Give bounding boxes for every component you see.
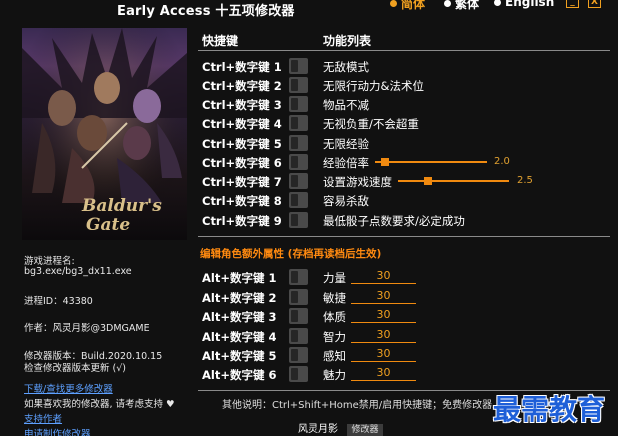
attribute-value-input[interactable]: 30 <box>351 269 416 284</box>
app-title: Early Access 十五项修改器 <box>117 4 295 19</box>
attribute-value-input[interactable]: 30 <box>351 308 416 323</box>
attribute-toggle-button[interactable] <box>289 328 308 344</box>
cheat-label: 无限经验 <box>323 137 369 151</box>
game-speed-slider[interactable] <box>398 180 509 182</box>
radio-dot-icon <box>494 0 501 6</box>
cheat-toggle-button[interactable] <box>289 212 308 228</box>
cheat-toggle-button[interactable] <box>289 115 308 131</box>
attribute-label: 魅力 <box>323 368 346 382</box>
cheat-label: 容易杀敌 <box>323 194 369 208</box>
attribute-label: 敏捷 <box>323 291 346 305</box>
cheat-row: Ctrl+数字键 3 物品不减 <box>0 95 618 114</box>
process-name-label: 游戏进程名: <box>24 256 75 267</box>
watermark: 最需教育 <box>493 393 606 426</box>
attribute-row: Alt+数字键 3 体质 30 <box>0 307 618 326</box>
cheat-row: Ctrl+数字键 9 最低骰子点数要求/必定成功 <box>0 211 618 230</box>
attribute-label: 感知 <box>323 349 346 363</box>
attribute-value-input[interactable]: 30 <box>351 289 416 304</box>
cheat-row: Ctrl+数字键 8 容易杀敌 <box>0 191 618 210</box>
cheat-row: Ctrl+数字键 5 无限经验 <box>0 134 618 153</box>
hotkey-label: Ctrl+数字键 4 <box>202 117 282 131</box>
cheat-label: 无敌模式 <box>323 60 369 74</box>
attribute-label: 力量 <box>323 271 346 285</box>
hotkey-label: Alt+数字键 2 <box>202 291 277 305</box>
cheat-label: 无限行动力&法术位 <box>323 79 424 93</box>
cheat-toggle-button[interactable] <box>289 135 308 151</box>
attribute-toggle-button[interactable] <box>289 347 308 363</box>
support-author-link[interactable]: 支持作者 <box>24 411 62 425</box>
cheat-toggle-button[interactable] <box>289 77 308 93</box>
hotkey-label: Ctrl+数字键 9 <box>202 214 282 228</box>
hotkey-label: Ctrl+数字键 2 <box>202 79 282 93</box>
cheat-label: 经验倍率 <box>323 156 369 170</box>
attribute-row: Alt+数字键 6 魅力 30 <box>0 365 618 384</box>
attribute-label: 体质 <box>323 310 346 324</box>
footer-note: 其他说明：Ctrl+Shift+Home禁用/启用快捷键；免费修改器 <box>222 400 493 411</box>
title-bar: Early Access 十五项修改器 简体 繁体 English _ X <box>0 0 618 20</box>
hotkey-label: Ctrl+数字键 8 <box>202 194 282 208</box>
cheat-row: Ctrl+数字键 6 经验倍率 2.0 <box>0 153 618 172</box>
section-divider <box>198 236 610 237</box>
cheat-row: Ctrl+数字键 4 无视负重/不会超重 <box>0 114 618 133</box>
cheat-toggle-button[interactable] <box>289 192 308 208</box>
lang-simplified-option[interactable]: 简体 <box>390 0 425 12</box>
hotkey-label: Ctrl+数字键 6 <box>202 156 282 170</box>
lang-simplified-label: 简体 <box>401 0 426 11</box>
minimize-button[interactable]: _ <box>566 0 579 8</box>
attribute-row: Alt+数字键 5 感知 30 <box>0 346 618 365</box>
cheat-row: Ctrl+数字键 2 无限行动力&法术位 <box>0 76 618 95</box>
hotkey-label: Alt+数字键 1 <box>202 271 277 285</box>
lang-english-label: English <box>505 0 555 9</box>
hotkey-label: Alt+数字键 6 <box>202 368 277 382</box>
cheat-toggle-button[interactable] <box>289 96 308 112</box>
hotkey-label: Alt+数字键 5 <box>202 349 277 363</box>
cheat-toggle-button[interactable] <box>289 154 308 170</box>
cheat-toggle-button[interactable] <box>289 173 308 189</box>
game-speed-value: 2.5 <box>517 175 533 186</box>
attribute-label: 智力 <box>323 330 346 344</box>
radio-dot-icon <box>390 0 397 7</box>
attribute-row: Alt+数字键 2 敏捷 30 <box>0 288 618 307</box>
cheat-label: 设置游戏速度 <box>323 175 392 189</box>
hotkey-label: Ctrl+数字键 7 <box>202 175 282 189</box>
exp-multiplier-slider[interactable] <box>375 161 487 163</box>
cheat-label: 最低骰子点数要求/必定成功 <box>323 214 465 228</box>
exp-multiplier-slider-thumb[interactable] <box>381 158 389 166</box>
close-button[interactable]: X <box>588 0 601 8</box>
cheat-row: Ctrl+数字键 7 设置游戏速度 2.5 <box>0 172 618 191</box>
attribute-toggle-button[interactable] <box>289 308 308 324</box>
hotkey-label: Ctrl+数字键 1 <box>202 60 282 74</box>
hotkey-column-header: 快捷键 <box>202 34 239 48</box>
attribute-value-input[interactable]: 30 <box>351 366 416 381</box>
game-speed-slider-thumb[interactable] <box>424 177 432 185</box>
brand-button[interactable]: 修改器 <box>347 424 383 436</box>
hotkey-label: Ctrl+数字键 5 <box>202 137 282 151</box>
lang-english-option[interactable]: English <box>494 0 554 9</box>
function-column-header: 功能列表 <box>323 34 372 48</box>
cheat-toggle-button[interactable] <box>289 58 308 74</box>
attribute-row: Alt+数字键 1 力量 30 <box>0 268 618 287</box>
hotkey-label: Alt+数字键 4 <box>202 330 277 344</box>
request-trainer-link[interactable]: 申请制作修改器 <box>24 426 91 436</box>
attribute-toggle-button[interactable] <box>289 289 308 305</box>
exp-multiplier-value: 2.0 <box>494 156 510 167</box>
cheat-label: 物品不减 <box>323 98 369 112</box>
radio-dot-icon <box>444 0 451 7</box>
attributes-section-title: 编辑角色额外属性 (存档再读档后生效) <box>200 248 382 260</box>
attribute-toggle-button[interactable] <box>289 366 308 382</box>
hotkey-label: Alt+数字键 3 <box>202 310 277 324</box>
lang-traditional-label: 繁体 <box>455 0 480 11</box>
attribute-row: Alt+数字键 4 智力 30 <box>0 327 618 346</box>
header-divider <box>198 50 610 51</box>
attribute-toggle-button[interactable] <box>289 269 308 285</box>
cheat-row: Ctrl+数字键 1 无敌模式 <box>0 57 618 76</box>
attribute-value-input[interactable]: 30 <box>351 347 416 362</box>
cheat-label: 无视负重/不会超重 <box>323 117 419 131</box>
lang-traditional-option[interactable]: 繁体 <box>444 0 479 12</box>
brand-logo: 风灵月影 <box>298 424 338 435</box>
attribute-value-input[interactable]: 30 <box>351 328 416 343</box>
support-text: 如果喜欢我的修改器, 请考虑支持 ♥ <box>24 399 175 410</box>
hotkey-label: Ctrl+数字键 3 <box>202 98 282 112</box>
